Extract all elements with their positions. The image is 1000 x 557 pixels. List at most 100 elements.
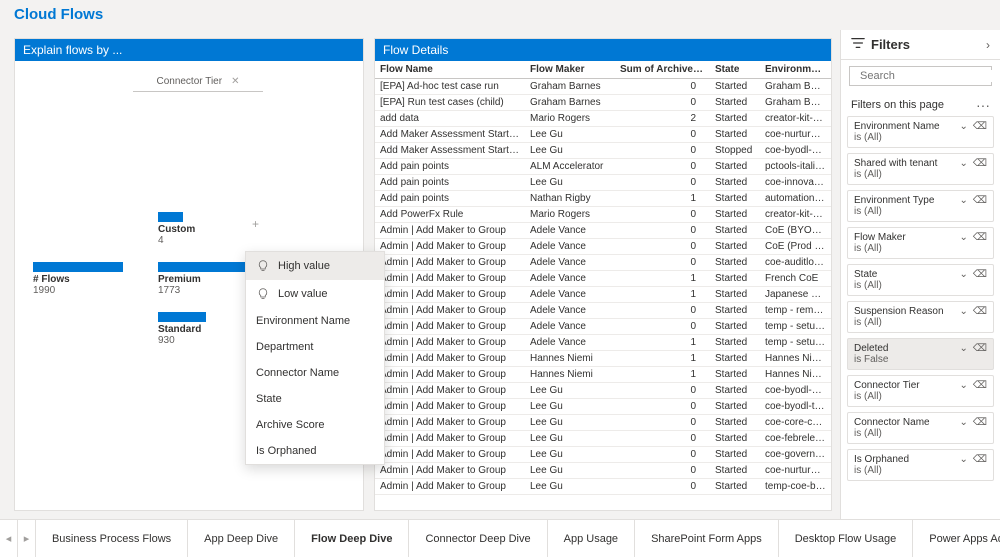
flow-details-visual[interactable]: Flow Details Flow NameFlow MakerSum of A… <box>374 38 832 511</box>
table-cell: Admin | Add Maker to Group <box>375 383 525 399</box>
table-row[interactable]: Admin | Add Maker to GroupLee Gu0Started… <box>375 479 831 495</box>
filter-card[interactable]: Flow Maker is (All) ⌄ ⌫ <box>847 227 994 259</box>
clear-filter-icon[interactable]: ⌫ <box>973 195 987 206</box>
clear-filter-icon[interactable]: ⌫ <box>973 232 987 243</box>
table-row[interactable]: Admin | Add Maker to GroupAdele Vance1St… <box>375 287 831 303</box>
filter-value: is (All) <box>854 132 987 143</box>
table-cell: temp - remove CC <box>760 303 831 319</box>
ctx-field-option[interactable]: Is Orphaned <box>246 438 384 464</box>
table-row[interactable]: Admin | Add Maker to GroupLee Gu0Started… <box>375 463 831 479</box>
decomp-breadcrumb[interactable]: Connector Tier ✕ <box>133 75 263 92</box>
filter-value: is (All) <box>854 206 987 217</box>
table-row[interactable]: Admin | Add Maker to GroupLee Gu0Started… <box>375 399 831 415</box>
page-tab[interactable]: Power Apps Adoption <box>913 520 1000 557</box>
page-tab[interactable]: App Deep Dive <box>188 520 295 557</box>
filters-expand-icon[interactable]: › <box>986 38 990 52</box>
column-header[interactable]: Flow Name <box>375 61 525 79</box>
ctx-field-option[interactable]: State <box>246 386 384 412</box>
filters-search[interactable] <box>849 66 992 86</box>
table-cell: coe-auditlog-components-dev <box>760 255 831 271</box>
table-row[interactable]: Add Maker Assessment Starter DataLee Gu0… <box>375 127 831 143</box>
filter-card[interactable]: State is (All) ⌄ ⌫ <box>847 264 994 296</box>
table-row[interactable]: Admin | Add Maker to GroupAdele Vance1St… <box>375 335 831 351</box>
page-tab[interactable]: Connector Deep Dive <box>409 520 547 557</box>
clear-filter-icon[interactable]: ⌫ <box>973 158 987 169</box>
tabs-prev-button[interactable]: ◂ <box>0 520 18 557</box>
filters-search-input[interactable] <box>860 70 1000 82</box>
chevron-down-icon[interactable]: ⌄ <box>959 269 967 280</box>
column-header[interactable]: Sum of Archive Score <box>615 61 710 79</box>
filter-card[interactable]: Shared with tenant is (All) ⌄ ⌫ <box>847 153 994 185</box>
ctx-field-option[interactable]: Archive Score <box>246 412 384 438</box>
expand-plus-icon[interactable]: + <box>252 217 259 231</box>
table-row[interactable]: Admin | Add Maker to GroupLee Gu0Started… <box>375 415 831 431</box>
filter-card[interactable]: Environment Name is (All) ⌄ ⌫ <box>847 116 994 148</box>
ctx-field-option[interactable]: Department <box>246 334 384 360</box>
clear-filter-icon[interactable]: ⌫ <box>973 343 987 354</box>
chevron-down-icon[interactable]: ⌄ <box>959 232 967 243</box>
chevron-down-icon[interactable]: ⌄ <box>959 417 967 428</box>
chevron-down-icon[interactable]: ⌄ <box>959 454 967 465</box>
table-row[interactable]: Add pain pointsNathan Rigby1Startedautom… <box>375 191 831 207</box>
page-tab[interactable]: Flow Deep Dive <box>295 520 409 557</box>
tabs-next-button[interactable]: ▸ <box>18 520 36 557</box>
table-row[interactable]: Admin | Add Maker to GroupAdele Vance0St… <box>375 319 831 335</box>
tree-child-node[interactable]: Custom 4 <box>158 212 248 246</box>
column-header[interactable]: State <box>710 61 760 79</box>
table-row[interactable]: Admin | Add Maker to GroupLee Gu0Started… <box>375 447 831 463</box>
filter-card[interactable]: Connector Tier is (All) ⌄ ⌫ <box>847 375 994 407</box>
table-row[interactable]: Add pain pointsLee Gu0Startedcoe-innovat… <box>375 175 831 191</box>
table-row[interactable]: Admin | Add Maker to GroupHannes Niemi1S… <box>375 367 831 383</box>
chevron-down-icon[interactable]: ⌄ <box>959 306 967 317</box>
table-row[interactable]: Admin | Add Maker to GroupAdele Vance0St… <box>375 223 831 239</box>
clear-filter-icon[interactable]: ⌫ <box>973 306 987 317</box>
tree-root-node[interactable]: # Flows 1990 <box>33 262 133 296</box>
filters-more-icon[interactable]: ··· <box>976 98 990 112</box>
field-context-menu[interactable]: High value Low value Environment NameDep… <box>245 251 385 465</box>
chevron-down-icon[interactable]: ⌄ <box>959 343 967 354</box>
column-header[interactable]: Environment Name <box>760 61 831 79</box>
table-row[interactable]: Add PowerFx RuleMario Rogers0Startedcrea… <box>375 207 831 223</box>
table-row[interactable]: [EPA] Run test cases (child)Graham Barne… <box>375 95 831 111</box>
table-cell: Started <box>710 351 760 367</box>
table-row[interactable]: Admin | Add Maker to GroupHannes Niemi1S… <box>375 351 831 367</box>
table-row[interactable]: Admin | Add Maker to GroupAdele Vance0St… <box>375 255 831 271</box>
table-row[interactable]: Admin | Add Maker to GroupLee Gu0Started… <box>375 431 831 447</box>
chevron-down-icon[interactable]: ⌄ <box>959 380 967 391</box>
page-tab[interactable]: App Usage <box>548 520 635 557</box>
tree-child-node[interactable]: Premium 1773 <box>158 262 248 296</box>
chevron-down-icon[interactable]: ⌄ <box>959 195 967 206</box>
page-tab[interactable]: Desktop Flow Usage <box>779 520 914 557</box>
table-row[interactable]: Admin | Add Maker to GroupAdele Vance0St… <box>375 303 831 319</box>
chevron-down-icon[interactable]: ⌄ <box>959 158 967 169</box>
table-row[interactable]: Admin | Add Maker to GroupLee Gu0Started… <box>375 383 831 399</box>
ctx-low-value[interactable]: Low value <box>246 280 384 308</box>
table-row[interactable]: add dataMario Rogers2Startedcreator-kit-… <box>375 111 831 127</box>
breadcrumb-close-icon[interactable]: ✕ <box>231 76 239 87</box>
filter-card[interactable]: Environment Type is (All) ⌄ ⌫ <box>847 190 994 222</box>
clear-filter-icon[interactable]: ⌫ <box>973 269 987 280</box>
clear-filter-icon[interactable]: ⌫ <box>973 454 987 465</box>
chevron-down-icon[interactable]: ⌄ <box>959 121 967 132</box>
column-header[interactable]: Flow Maker <box>525 61 615 79</box>
clear-filter-icon[interactable]: ⌫ <box>973 121 987 132</box>
filter-card[interactable]: Connector Name is (All) ⌄ ⌫ <box>847 412 994 444</box>
filter-card[interactable]: Is Orphaned is (All) ⌄ ⌫ <box>847 449 994 481</box>
ctx-high-value[interactable]: High value <box>246 252 384 280</box>
table-row[interactable]: Admin | Add Maker to GroupAdele Vance1St… <box>375 271 831 287</box>
filter-card[interactable]: Suspension Reason is (All) ⌄ ⌫ <box>847 301 994 333</box>
ctx-field-option[interactable]: Environment Name <box>246 308 384 334</box>
clear-filter-icon[interactable]: ⌫ <box>973 380 987 391</box>
table-cell: temp-coe-byodl-leeg <box>760 479 831 495</box>
page-tab[interactable]: SharePoint Form Apps <box>635 520 779 557</box>
tree-child-node[interactable]: Standard 930 <box>158 312 248 346</box>
table-row[interactable]: Add pain pointsALM Accelerator0Startedpc… <box>375 159 831 175</box>
filter-card[interactable]: Deleted is False ⌄ ⌫ <box>847 338 994 370</box>
table-row[interactable]: Admin | Add Maker to GroupAdele Vance0St… <box>375 239 831 255</box>
clear-filter-icon[interactable]: ⌫ <box>973 417 987 428</box>
table-row[interactable]: [EPA] Ad-hoc test case runGraham Barnes0… <box>375 79 831 95</box>
page-tab[interactable]: Business Process Flows <box>36 520 188 557</box>
ctx-field-option[interactable]: Connector Name <box>246 360 384 386</box>
filter-value: is (All) <box>854 317 987 328</box>
table-row[interactable]: Add Maker Assessment Starter DataLee Gu0… <box>375 143 831 159</box>
